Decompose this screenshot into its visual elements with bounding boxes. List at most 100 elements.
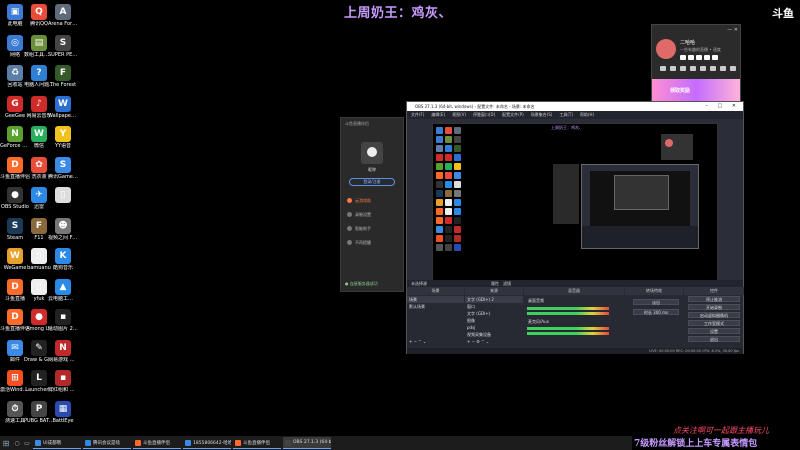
obs-menu-item[interactable]: 帮助(H) — [580, 111, 594, 119]
transition-select[interactable]: 淡出 — [633, 299, 679, 305]
source-item[interactable]: 文字 (GDI+) — [465, 310, 523, 317]
taskbar-task[interactable]: 斗鱼直播伴侣 — [133, 437, 181, 449]
app-icon: ? — [31, 65, 47, 81]
user-avatar-icon[interactable] — [361, 142, 383, 164]
obs-menu-item[interactable]: 配置文件(P) — [502, 111, 524, 119]
desktop-icon[interactable]: ▦ BattlEye — [51, 400, 75, 424]
studio-mode-button[interactable]: 工作室模式 — [688, 320, 740, 326]
taskbar-task[interactable]: UI成都哦 — [33, 437, 81, 449]
promo-banner[interactable]: 领取奖励 — [652, 79, 740, 103]
scene-item[interactable]: 场景 — [407, 296, 464, 303]
preview-nested-panel — [553, 164, 579, 224]
desktop-icon[interactable]: SSUPER PEOPLE CBT — [48, 34, 78, 58]
obs-menu-item[interactable]: 视图(V) — [452, 111, 466, 119]
desktop-icon-label: BattlEye — [52, 417, 74, 424]
desktop-icon[interactable]: ▯ — [51, 187, 75, 204]
preview-mini-icon — [436, 172, 443, 179]
app-icon: ▣ — [7, 4, 23, 20]
taskbar-task[interactable]: OBS 27.1.3 (64-bit... — [283, 437, 331, 449]
source-item[interactable]: 视频采集设备 — [465, 331, 523, 338]
chat-action-icons[interactable] — [680, 55, 718, 60]
panel-menu-item[interactable]: 云游戏助 — [341, 194, 403, 208]
scene-add-remove-icons[interactable]: + − ⌃ ⌄ — [409, 339, 435, 345]
desktop-icon[interactable]: F The Forest — [50, 65, 76, 88]
preview-mini-icon — [454, 172, 461, 179]
login-button[interactable]: 登录/注册 — [349, 178, 395, 186]
desktop-icon[interactable]: WWallpaper Engine:... — [48, 95, 78, 119]
avatar[interactable] — [656, 39, 676, 59]
desktop-icon[interactable]: ▪活动图片 20210... — [48, 309, 78, 332]
source-item[interactable]: 文字 (GDI+) 2 — [465, 296, 523, 303]
chat-toolbar-icons[interactable] — [660, 66, 736, 71]
taskbar-task[interactable]: 1855806642-哈哈... — [183, 437, 231, 449]
obs-menu-item[interactable]: 工具(T) — [559, 111, 573, 119]
panel-menu-item[interactable]: 智能助手 — [341, 222, 403, 236]
preview-mini-icon — [445, 127, 452, 134]
preview-mini-icon — [436, 163, 443, 170]
desktop-icon-label: Wallpaper Engine:... — [48, 112, 78, 119]
taskbar-task-label: 1855806642-哈哈... — [193, 440, 231, 446]
app-icon: W — [55, 95, 71, 112]
window-controls-icon[interactable]: – □ ✕ — [705, 102, 740, 111]
desktop-icon[interactable]: ▲云电脑工具 客户端 — [48, 278, 78, 302]
app-icon: ✿ — [31, 156, 47, 173]
app-icon: ▪ — [55, 309, 71, 325]
app-icon — [185, 439, 191, 446]
transition-duration[interactable]: 时长 300 ms — [633, 309, 679, 315]
source-item[interactable]: pdsj — [465, 324, 523, 331]
desktop-icon[interactable]: ▪鲜红组和 用品视频 — [48, 370, 78, 393]
desktop-audio-slider[interactable] — [527, 312, 609, 315]
window-controls-icon[interactable]: — ✕ — [727, 27, 738, 33]
obs-menu-item[interactable]: 编辑(E) — [431, 111, 445, 119]
app-icon: Y — [55, 126, 71, 142]
desktop-icon[interactable]: S腾讯GamePro... — [48, 156, 78, 180]
source-toolbar-label: 未选择源 — [411, 281, 427, 286]
app-icon: ▯ — [31, 248, 47, 264]
panel-menu-item[interactable]: 录制设置 — [341, 208, 403, 222]
desktop-icon[interactable]: ✈ 迅雷 — [27, 187, 51, 210]
mic-audio-meter — [527, 327, 609, 330]
app-icon: ▤ — [31, 34, 47, 51]
preview-mini-icon — [436, 154, 443, 161]
panel-menu-item[interactable]: 不再提醒 — [341, 236, 403, 250]
desktop-icon[interactable]: Y YY语音 — [51, 126, 75, 149]
exit-button[interactable]: 退出 — [688, 336, 740, 342]
properties-tab[interactable]: 属性 — [491, 280, 499, 287]
taskbar-task-label: 斗鱼直播伴侣 — [143, 440, 170, 446]
obs-preview[interactable]: 上周奶王：鸡灰、 — [432, 123, 718, 283]
virtual-camera-button[interactable]: 启动虚拟摄像机 — [688, 312, 740, 318]
mic-audio-slider[interactable] — [527, 332, 609, 335]
desktop-icon-label: 活动图片 20210... — [48, 326, 78, 332]
taskbar: ⊞ ○ ▭ UI成都哦 腾讯会议是啥 斗鱼直播伴侣 1855806642-哈哈... 斗… — [0, 436, 632, 450]
task-view-icon[interactable]: ▭ — [22, 436, 32, 450]
sources-dock-header: 来源 — [465, 287, 523, 295]
desktop-icon[interactable]: ☻视频之间 Fear and... — [48, 217, 78, 241]
app-icon: P — [31, 400, 47, 417]
taskbar-task[interactable]: 斗鱼直播伴侣 — [233, 437, 281, 449]
source-item[interactable]: 窗口 — [465, 303, 523, 310]
obs-menu-item[interactable]: 文件(F) — [411, 111, 424, 119]
stop-streaming-button[interactable]: 停止推流 — [688, 296, 740, 302]
chat-widget[interactable]: — ✕ 二哈哈 一些有趣的直播 • 速度 领取奖励 — [651, 24, 741, 104]
source-add-remove-icons[interactable]: + − ⚙ ⌃ ⌄ — [467, 339, 507, 345]
taskbar-task[interactable]: 腾讯会议是啥 — [83, 437, 131, 449]
app-icon: F — [31, 217, 47, 234]
start-recording-button[interactable]: 开始录制 — [688, 304, 740, 310]
desktop-icon[interactable]: AArena Fortune... — [48, 4, 78, 27]
filters-tab[interactable]: 滤镜 — [503, 280, 511, 287]
preview-mini-icon — [436, 145, 443, 152]
app-icon: W — [7, 248, 23, 264]
windows-start-icon[interactable]: ⊞ — [0, 436, 12, 450]
source-item[interactable]: 图像 — [465, 317, 523, 324]
scene-item[interactable]: 默认场景 — [407, 303, 464, 310]
desktop-icon[interactable]: K 酷狗音乐 — [51, 248, 75, 271]
obs-menu-item[interactable]: 停靠窗口(D) — [473, 111, 495, 119]
app-icon: ● — [31, 309, 47, 325]
obs-menu-item[interactable]: 场景集合(S) — [531, 111, 553, 119]
chat-username: 二哈哈 — [680, 40, 696, 46]
settings-button[interactable]: 设置 — [688, 328, 740, 334]
obs-titlebar[interactable]: OBS 27.1.3 (64-bit, windows) - 配置文件: 未命名… — [407, 102, 743, 111]
desktop-icon-label: 鲜红组和 用品视频 — [48, 387, 78, 393]
desktop-icon[interactable]: N 网易游戏 启动 — [48, 339, 78, 363]
search-icon[interactable]: ○ — [12, 436, 22, 450]
